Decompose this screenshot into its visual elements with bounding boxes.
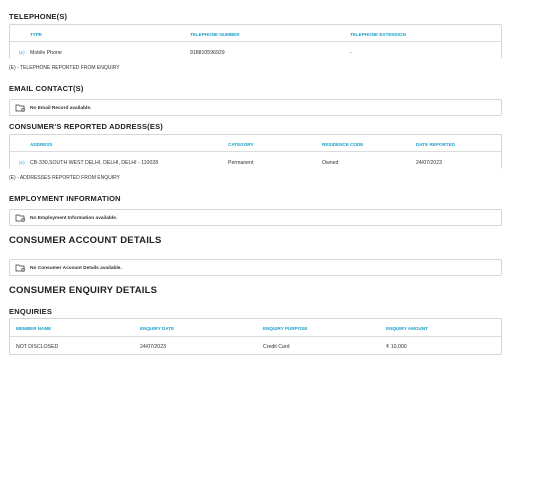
accounts-empty-text: No Consumer Account Details available. — [30, 265, 122, 271]
telephones-table: TYPE TELEPHONE NUMBER TELEPHONE EXTENSIO… — [9, 24, 502, 59]
col-telephone-number: TELEPHONE NUMBER — [190, 32, 240, 37]
addresses-footnote: (e) - ADDRESSES REPORTED FROM ENQUIRY — [9, 175, 120, 181]
employment-heading: EMPLOYMENT INFORMATION — [9, 194, 121, 203]
employment-empty-text: No Employment Information available. — [30, 215, 118, 221]
header-divider — [10, 41, 501, 42]
enquiry-tag: (e) — [19, 160, 25, 165]
col-residence-code: RESIDENCE CODE — [322, 142, 364, 147]
employment-empty-box: No Employment Information available. — [9, 209, 502, 226]
addresses-heading: CONSUMER'S REPORTED ADDRESS(ES) — [9, 122, 163, 131]
col-address: ADDRESS — [30, 142, 53, 147]
email-empty-text: No Email Record available. — [30, 105, 92, 111]
col-enquiry-date: ENQUIRY DATE — [140, 326, 175, 331]
phone-extension: - — [350, 49, 352, 56]
address-text: CB-330,SOUTH WEST DELHI, DELHI, DELHI - … — [30, 159, 159, 166]
accounts-heading: CONSUMER ACCOUNT DETAILS — [9, 235, 162, 246]
enquiries-table: MEMBER NAME ENQUIRY DATE ENQUIRY PURPOSE… — [9, 318, 502, 355]
col-member-name: MEMBER NAME — [16, 326, 52, 331]
col-date-reported: DATE REPORTED — [416, 142, 455, 147]
enquiry-tag: (e) — [19, 50, 25, 55]
addresses-table: ADDRESS CATEGORY RESIDENCE CODE DATE REP… — [9, 134, 502, 169]
accounts-empty-box: No Consumer Account Details available. — [9, 259, 502, 276]
enquiry-details-heading: CONSUMER ENQUIRY DETAILS — [9, 285, 158, 296]
header-divider — [10, 336, 501, 337]
report-page: TELEPHONE(S) TYPE TELEPHONE NUMBER TELEP… — [0, 0, 558, 478]
enquiry-date: 24/07/2023 — [140, 344, 166, 350]
col-telephone-extension: TELEPHONE EXTENSION — [350, 32, 406, 37]
col-enquiry-amount: ENQUIRY AMOUNT — [386, 326, 428, 331]
email-empty-box: No Email Record available. — [9, 99, 502, 116]
enquiries-heading: ENQUIRIES — [9, 307, 53, 316]
phone-number: 918810596929 — [190, 49, 225, 56]
phone-type: Mobile Phone — [30, 49, 62, 56]
empty-folder-icon — [15, 264, 26, 272]
telephones-footnote: (e) - TELEPHONE REPORTED FROM ENQUIRY — [9, 65, 120, 71]
member-name: NOT DISCLOSED — [16, 344, 59, 350]
enquiry-purpose: Credit Card — [263, 344, 290, 350]
header-divider — [10, 151, 501, 152]
empty-folder-icon — [15, 214, 26, 222]
col-type: TYPE — [30, 32, 42, 37]
telephones-heading: TELEPHONE(S) — [9, 12, 68, 21]
enquiry-amount: ₹ 10,000 — [386, 344, 407, 350]
col-enquiry-purpose: ENQUIRY PURPOSE — [263, 326, 308, 331]
col-category: CATEGORY — [228, 142, 254, 147]
residence-code: Owned — [322, 159, 339, 166]
empty-folder-icon — [15, 104, 26, 112]
address-category: Permanent — [228, 159, 254, 166]
date-reported: 24/07/2023 — [416, 159, 442, 166]
email-heading: EMAIL CONTACT(S) — [9, 84, 84, 93]
